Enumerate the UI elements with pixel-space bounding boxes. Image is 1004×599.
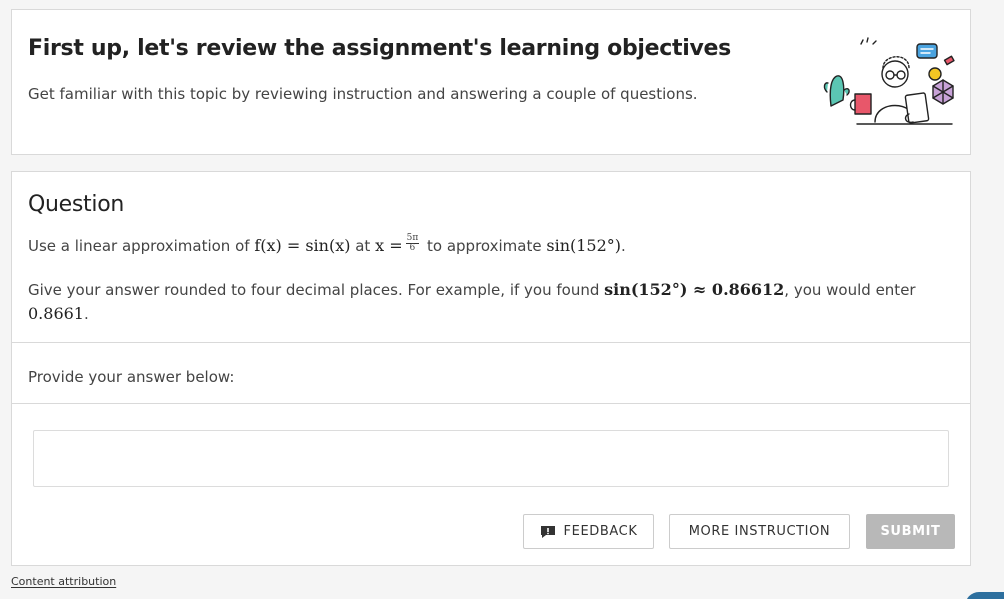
question-text: , you would enter: [784, 281, 916, 299]
more-instruction-label: MORE INSTRUCTION: [688, 524, 831, 539]
feedback-label: FEEDBACK: [563, 524, 638, 539]
question-heading: Question: [28, 192, 124, 217]
math-function: f(x) = sin(x): [254, 236, 351, 255]
question-text: .: [83, 305, 89, 323]
submit-label: SUBMIT: [880, 524, 941, 539]
divider: [12, 342, 970, 343]
intro-subtitle: Get familiar with this topic by reviewin…: [28, 85, 698, 103]
content-attribution-link[interactable]: Content attribution: [11, 575, 116, 588]
question-card: Question Use a linear approximation of f…: [11, 171, 971, 566]
answer-prompt: Provide your answer below:: [28, 368, 235, 386]
question-text: at: [350, 237, 376, 255]
question-text: Use a linear approximation of: [28, 237, 255, 255]
math-example: sin(152°) ≈ 0.86612: [604, 280, 785, 299]
fraction-denominator: 6: [409, 243, 416, 253]
student-illustration-icon: [823, 37, 955, 125]
question-text-line3: 0.8661.: [28, 304, 89, 323]
corner-tab[interactable]: [965, 592, 1004, 599]
feedback-button[interactable]: FEEDBACK: [523, 514, 654, 549]
question-text: to approximate: [422, 237, 547, 255]
more-instruction-button[interactable]: MORE INSTRUCTION: [669, 514, 850, 549]
divider: [12, 403, 970, 404]
math-target: sin(152°): [546, 236, 622, 255]
question-text-line2: Give your answer rounded to four decimal…: [28, 280, 916, 299]
question-text: .: [621, 237, 626, 255]
math-fraction: 5π 6: [405, 234, 420, 253]
feedback-speech-icon: [540, 525, 555, 538]
math-example-answer: 0.8661: [28, 304, 84, 323]
answer-input[interactable]: [33, 430, 949, 487]
intro-card: First up, let's review the assignment's …: [11, 9, 971, 155]
math-variable: x =: [375, 236, 403, 255]
question-text-line1: Use a linear approximation of f(x) = sin…: [28, 234, 626, 256]
page-title: First up, let's review the assignment's …: [28, 36, 731, 61]
submit-button[interactable]: SUBMIT: [866, 514, 955, 549]
question-text: Give your answer rounded to four decimal…: [28, 281, 605, 299]
